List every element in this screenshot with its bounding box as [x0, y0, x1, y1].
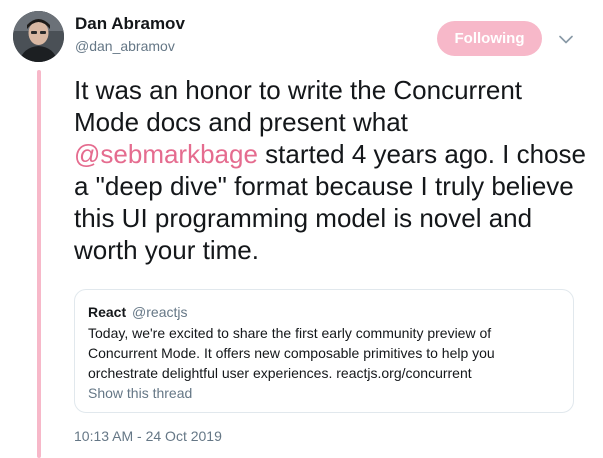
quoted-tweet-header: React @reactjs [88, 304, 187, 320]
avatar[interactable] [13, 11, 64, 62]
quoted-tweet-line: Today, we're excited to share the first … [88, 325, 492, 341]
show-thread-link[interactable]: Show this thread [88, 385, 192, 401]
quoted-tweet-author-handle: @reactjs [132, 304, 188, 320]
author-handle[interactable]: @dan_abramov [75, 38, 175, 54]
quoted-tweet-author-name: React [88, 304, 127, 320]
mention-link[interactable]: @sebmarkbage [74, 139, 258, 169]
following-button[interactable]: Following [437, 21, 542, 56]
tweet-timestamp[interactable]: 10:13 AM - 24 Oct 2019 [74, 428, 222, 444]
quoted-tweet-text: Today, we're excited to share the first … [88, 323, 558, 383]
tweet-text-part: It was an honor to write the Concurrent … [74, 75, 523, 137]
chevron-down-icon [559, 35, 573, 43]
author-name[interactable]: Dan Abramov [75, 14, 185, 34]
quoted-tweet-card[interactable]: React @reactjs Today, we're excited to s… [74, 289, 574, 413]
quoted-tweet-line: Concurrent Mode. It offers new composabl… [88, 345, 495, 361]
thread-line [37, 70, 41, 458]
quoted-tweet-line: orchestrate delightful user experiences.… [88, 365, 472, 381]
tweet-text: It was an honor to write the Concurrent … [74, 74, 594, 266]
more-options-button[interactable] [557, 30, 575, 48]
avatar-photo [13, 11, 64, 62]
